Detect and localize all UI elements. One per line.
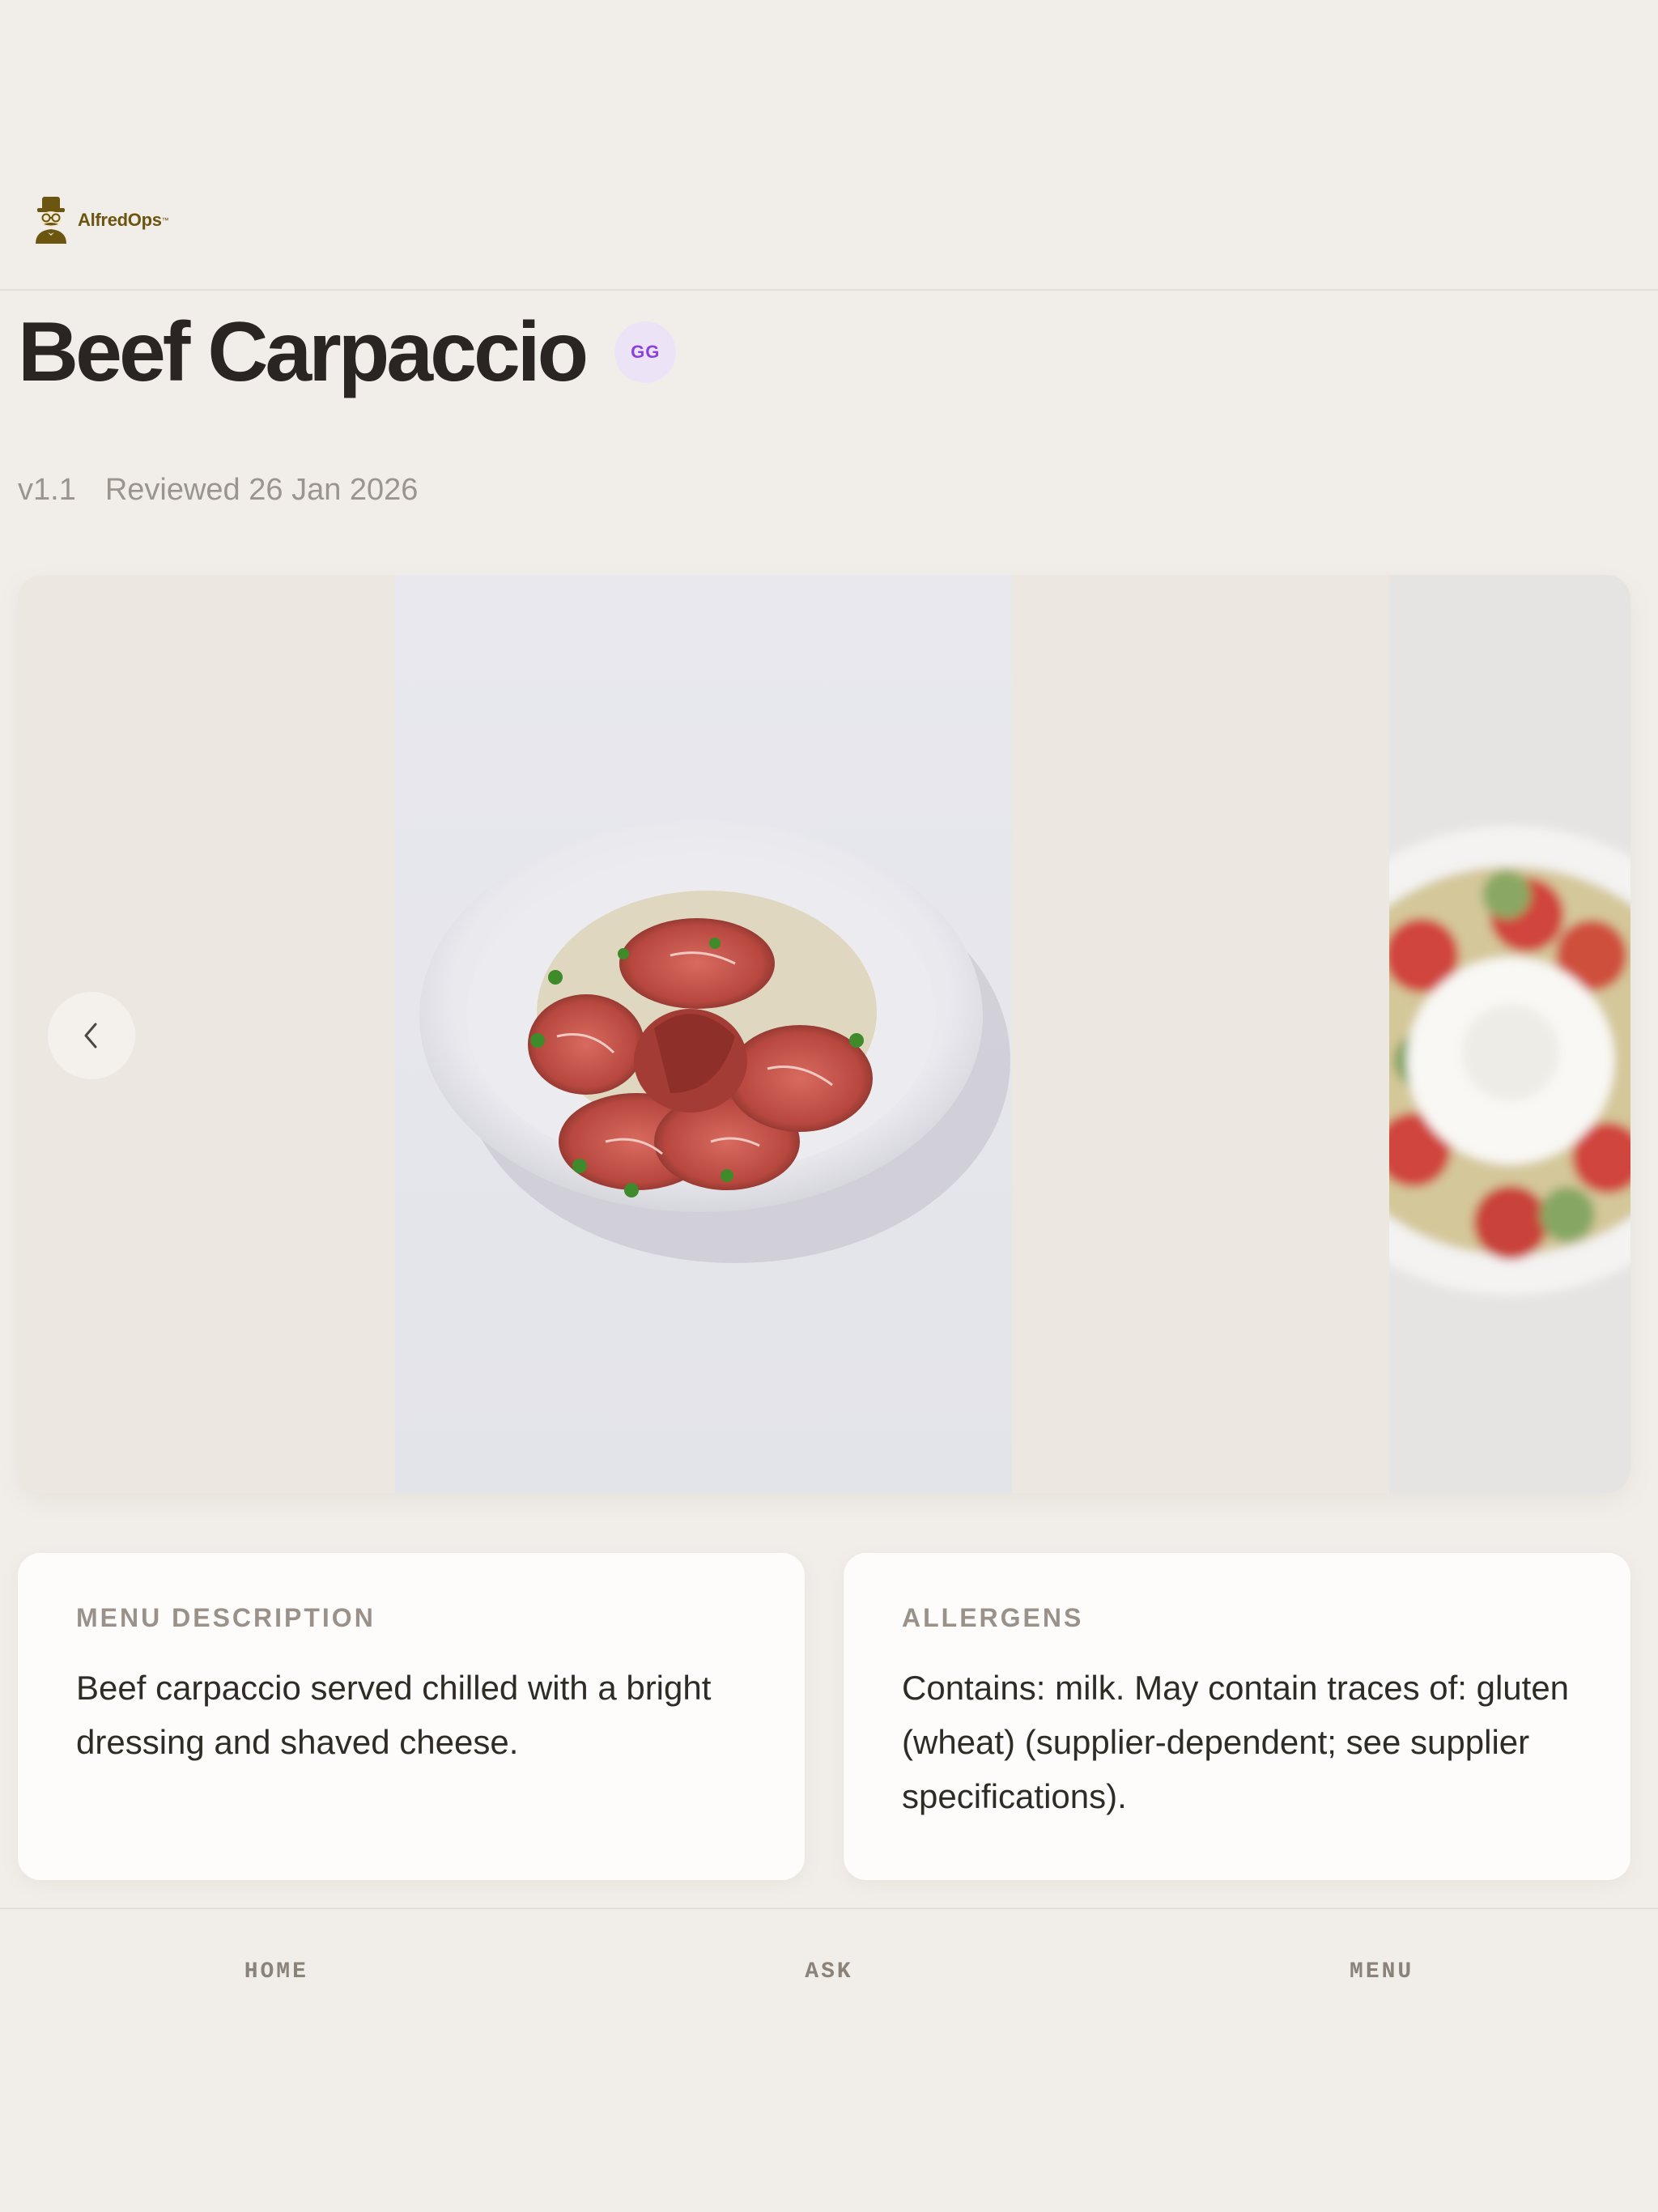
burrata-photo — [1389, 575, 1630, 1493]
allergens-text: Contains: milk. May contain traces of: g… — [902, 1669, 1570, 1815]
menu-description-text: Beef carpaccio served chilled with a bri… — [76, 1669, 712, 1761]
nav-home[interactable]: HOME — [2, 1959, 550, 1984]
brand-name: AlfredOps — [78, 210, 162, 230]
dish-meta: v1.1 Reviewed 26 Jan 2026 — [18, 473, 418, 508]
carousel-prev-button[interactable] — [48, 992, 135, 1079]
chevron-left-icon — [84, 1023, 97, 1049]
nav-menu[interactable]: MENU — [1108, 1959, 1656, 1984]
page-title: Beef Carpaccio — [18, 305, 589, 399]
menu-description-label: MENU DESCRIPTION — [76, 1603, 376, 1632]
brand-trademark: ™ — [161, 216, 169, 224]
version-label: v1.1 — [18, 473, 76, 507]
author-avatar[interactable]: GG — [614, 321, 677, 383]
menu-description-card: MENU DESCRIPTION Beef carpaccio served c… — [18, 1553, 805, 1880]
bottom-nav: HOME ASK MENU — [0, 1908, 1658, 2034]
brand-logo[interactable]: AlfredOps ™ — [31, 194, 169, 246]
beef-carpaccio-photo — [395, 575, 1012, 1493]
allergens-label: ALLERGENS — [902, 1603, 1084, 1632]
reviewed-date: Reviewed 26 Jan 2026 — [104, 473, 419, 507]
nav-ask[interactable]: ASK — [555, 1959, 1103, 1984]
top-header: AlfredOps ™ — [0, 0, 1658, 291]
butler-logo-icon — [36, 197, 66, 244]
photo-carousel[interactable] — [18, 575, 1630, 1493]
title-row: Beef Carpaccio GG — [18, 300, 677, 405]
allergens-card: ALLERGENS Contains: milk. May contain tr… — [844, 1553, 1630, 1880]
